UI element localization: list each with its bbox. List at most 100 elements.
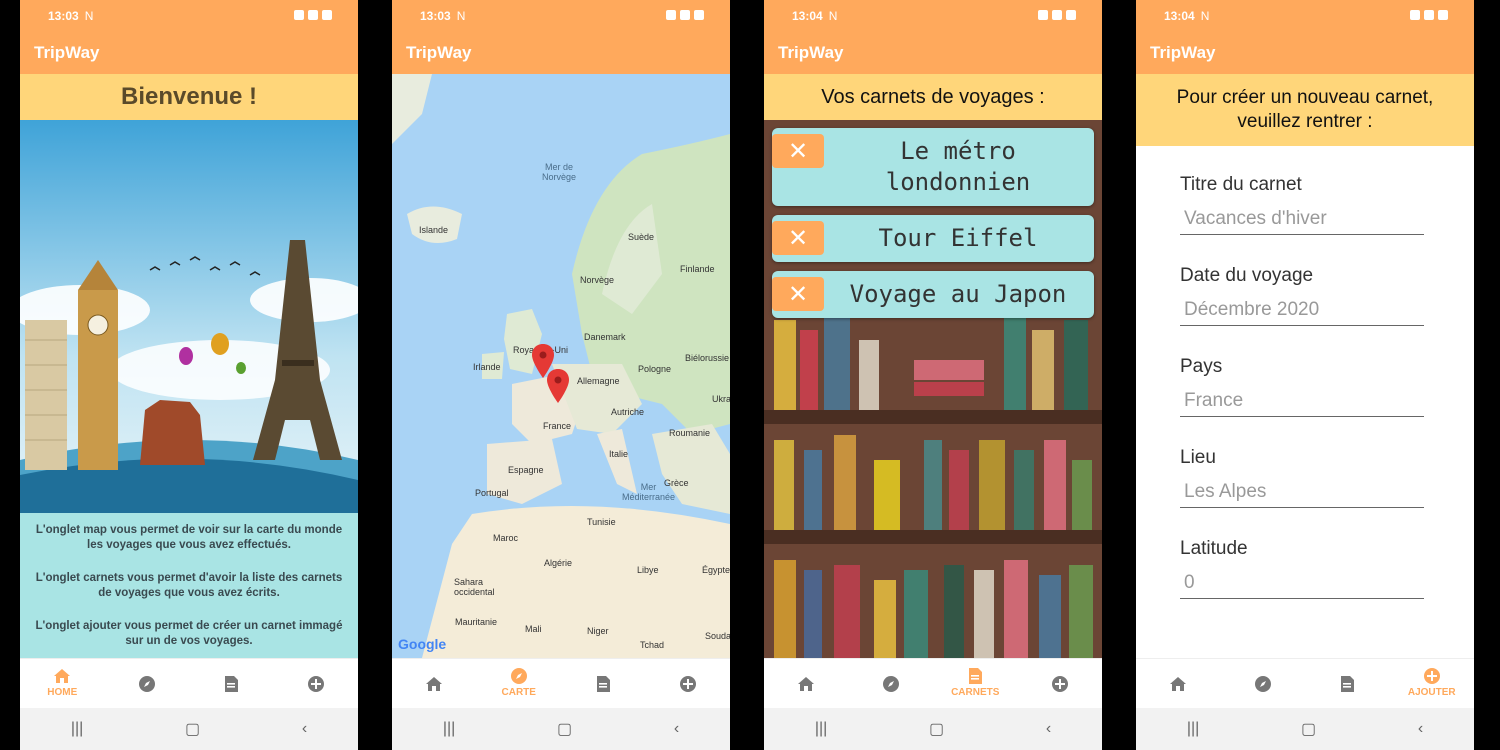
delete-carnet-button[interactable]: ✕ xyxy=(772,277,824,311)
ajouter-title-line1: Pour créer un nouveau carnet, xyxy=(1176,87,1434,108)
nav-home[interactable]: HOME xyxy=(20,659,105,708)
map-label-ukraine: Ukra xyxy=(712,394,730,404)
status-time: 13:04 xyxy=(792,9,823,23)
status-icons xyxy=(666,10,704,20)
back-system-button[interactable]: ‹ xyxy=(674,720,679,738)
close-icon: ✕ xyxy=(787,137,809,165)
app-title: TripWay xyxy=(1136,32,1474,74)
home-system-button[interactable]: ▢ xyxy=(1301,719,1316,739)
add-circle-icon xyxy=(307,675,325,693)
nav-ajouter[interactable] xyxy=(646,659,731,708)
latitude-input[interactable]: 0 xyxy=(1180,568,1424,599)
notebook-icon xyxy=(966,667,984,685)
nav-ajouter[interactable] xyxy=(1018,659,1103,708)
map-label-mer-norvege: Mer de Norvège xyxy=(542,162,577,182)
add-circle-icon xyxy=(1423,667,1441,685)
status-notification-mark: N xyxy=(828,9,838,23)
home-system-button[interactable]: ▢ xyxy=(557,719,572,739)
map-label-libye: Libye xyxy=(637,565,659,575)
nav-ajouter[interactable] xyxy=(274,659,359,708)
home-system-button[interactable]: ▢ xyxy=(185,719,200,739)
map-label-niger: Niger xyxy=(587,626,609,636)
system-navigation: ||| ▢ ‹ xyxy=(764,708,1102,750)
status-bar: 13:04 N xyxy=(764,0,1102,32)
nav-carte[interactable] xyxy=(849,659,934,708)
add-circle-icon xyxy=(679,675,697,693)
nav-carnets[interactable] xyxy=(561,659,646,708)
nav-home[interactable] xyxy=(764,659,849,708)
nav-carte[interactable] xyxy=(1221,659,1306,708)
recent-apps-button[interactable]: ||| xyxy=(71,720,83,738)
nav-ajouter[interactable]: AJOUTER xyxy=(1390,659,1475,708)
carnet-card[interactable]: ✕ Tour Eiffel xyxy=(772,215,1094,262)
map-label-egypte: Égypte xyxy=(702,565,730,575)
map-label-soudan: Souda xyxy=(705,631,730,641)
home-system-button[interactable]: ▢ xyxy=(929,719,944,739)
notebook-icon xyxy=(1338,675,1356,693)
field-label-lieu: Lieu xyxy=(1180,447,1216,468)
world-map[interactable]: Mer de Norvège Islande Suède Finlande No… xyxy=(392,74,730,658)
map-label-islande: Islande xyxy=(419,225,449,235)
status-icons xyxy=(1038,10,1076,20)
info-text-ajouter: L'onglet ajouter vous permet de créer un… xyxy=(35,620,343,647)
map-label-portugal: Portugal xyxy=(475,488,509,498)
map-label-pologne: Pologne xyxy=(638,364,672,374)
google-logo: Google xyxy=(398,636,447,652)
app-title: TripWay xyxy=(392,32,730,74)
info-text-carnets: L'onglet carnets vous permet d'avoir la … xyxy=(35,572,343,599)
back-system-button[interactable]: ‹ xyxy=(302,720,307,738)
nav-home-label: HOME xyxy=(47,687,78,698)
carnet-card[interactable]: ✕ Voyage au Japon xyxy=(772,271,1094,318)
nav-carte[interactable] xyxy=(105,659,190,708)
map-label-danemark: Danemark xyxy=(584,332,626,342)
notebook-icon xyxy=(594,675,612,693)
map-label-irlande: Irlande xyxy=(473,362,501,372)
map-label-mauritanie: Mauritanie xyxy=(455,617,498,627)
map-label-mali: Mali xyxy=(525,624,542,634)
lieu-input[interactable]: Les Alpes xyxy=(1180,477,1424,508)
system-navigation: ||| ▢ ‹ xyxy=(1136,708,1474,750)
travel-landmarks-illustration xyxy=(20,120,358,513)
bottom-navigation: CARTE xyxy=(392,658,730,708)
notebook-icon xyxy=(222,675,240,693)
home-icon xyxy=(797,675,815,693)
delete-carnet-button[interactable]: ✕ xyxy=(772,134,824,168)
map-label-algerie: Algérie xyxy=(544,558,573,568)
recent-apps-button[interactable]: ||| xyxy=(443,720,455,738)
recent-apps-button[interactable]: ||| xyxy=(815,720,827,738)
nav-home[interactable] xyxy=(1136,659,1221,708)
bottom-navigation: HOME xyxy=(20,658,358,708)
recent-apps-button[interactable]: ||| xyxy=(1187,720,1199,738)
back-system-button[interactable]: ‹ xyxy=(1046,720,1051,738)
map-label-tchad: Tchad xyxy=(640,640,665,650)
compass-icon xyxy=(138,675,156,693)
map-label-allemagne: Allemagne xyxy=(577,376,620,386)
map-label-autriche: Autriche xyxy=(611,407,645,417)
status-icons xyxy=(1410,10,1448,20)
field-label-latitude: Latitude xyxy=(1180,538,1248,559)
system-navigation: ||| ▢ ‹ xyxy=(20,708,358,750)
titre-input[interactable]: Vacances d'hiver xyxy=(1180,204,1424,235)
pays-input[interactable]: France xyxy=(1180,386,1424,417)
nav-carnets-label: CARNETS xyxy=(951,687,1000,698)
nav-carnets[interactable]: CARNETS xyxy=(933,659,1018,708)
nav-home[interactable] xyxy=(392,659,477,708)
map-marker-icon[interactable] xyxy=(547,369,569,403)
map-label-tunisie: Tunisie xyxy=(587,517,616,527)
nav-carnets[interactable] xyxy=(1305,659,1390,708)
carnet-card[interactable]: ✕ Le métro londonnien xyxy=(772,128,1094,206)
add-circle-icon xyxy=(1051,675,1069,693)
map-label-finlande: Finlande xyxy=(680,264,715,274)
compass-icon xyxy=(510,667,528,685)
date-input[interactable]: Décembre 2020 xyxy=(1180,295,1424,326)
map-label-france: France xyxy=(543,421,572,431)
new-carnet-form: Titre du carnet Vacances d'hiver Date du… xyxy=(1136,146,1474,658)
nav-carte[interactable]: CARTE xyxy=(477,659,562,708)
screen-carnets: 13:04 N TripWay Vos carnets de voyages :… xyxy=(764,0,1102,750)
back-system-button[interactable]: ‹ xyxy=(1418,720,1423,738)
delete-carnet-button[interactable]: ✕ xyxy=(772,221,824,255)
app-title: TripWay xyxy=(764,32,1102,74)
status-notification-mark: N xyxy=(456,9,466,23)
nav-carnets[interactable] xyxy=(189,659,274,708)
status-bar: 13:04 N xyxy=(1136,0,1474,32)
